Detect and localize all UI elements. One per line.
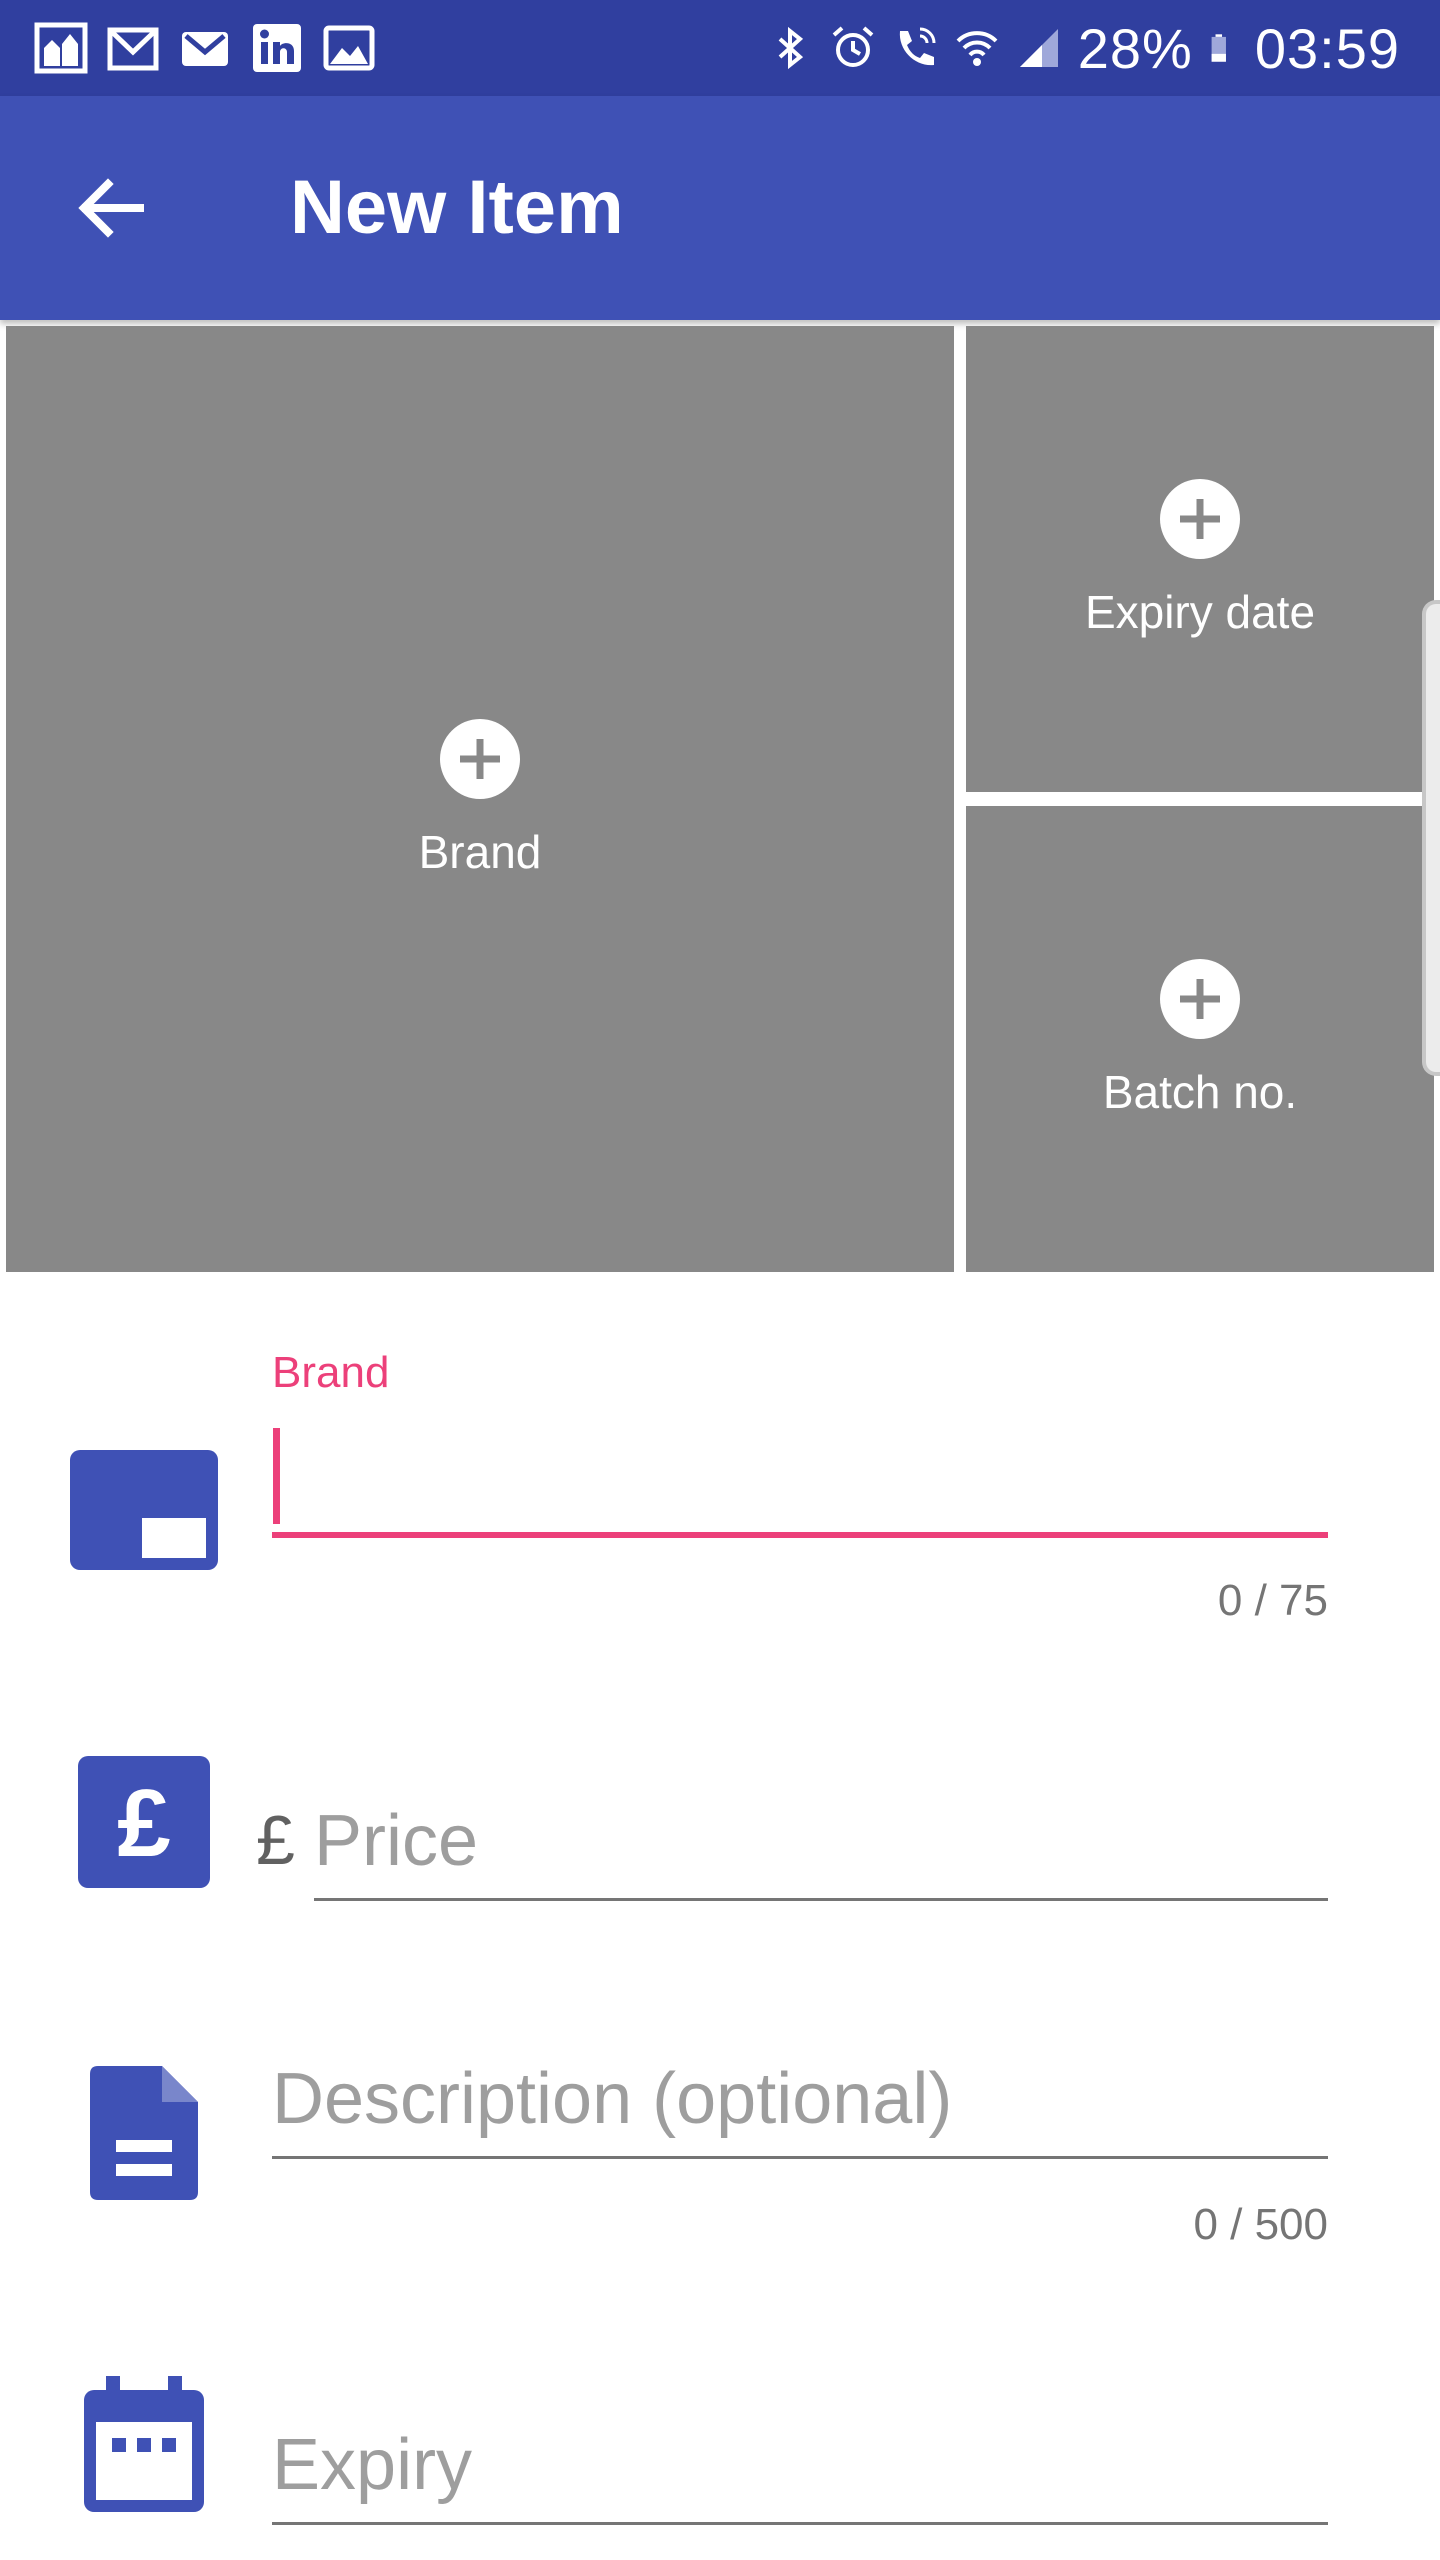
status-bar: 28% 03:59 <box>0 0 1440 96</box>
expiry-input[interactable]: Expiry <box>272 2424 472 2506</box>
description-underline <box>272 2156 1328 2159</box>
description-input[interactable]: Description (optional) <box>272 2058 952 2140</box>
add-photo-icon <box>440 719 520 799</box>
battery-icon <box>1211 34 1226 62</box>
linkedin-icon <box>253 24 301 72</box>
arrow-back-icon[interactable] <box>70 166 154 250</box>
pound-icon: £ <box>78 1756 210 1888</box>
brand-input[interactable] <box>272 1420 1328 1530</box>
expiry-date-photo-tile[interactable]: Expiry date <box>966 326 1434 792</box>
notification-icons <box>34 22 376 74</box>
price-underline <box>314 1898 1328 1901</box>
tile-label-expiry-date: Expiry date <box>1084 586 1316 638</box>
currency-symbol: £ <box>256 1801 295 1879</box>
alarm-icon <box>832 26 874 67</box>
brand-field-label: Brand <box>272 1348 390 1397</box>
calendar-icon <box>84 2376 204 2512</box>
document-icon <box>90 2066 198 2200</box>
scroll-handle[interactable] <box>1422 600 1440 1076</box>
description-char-counter: 0 / 500 <box>1193 2200 1328 2249</box>
svg-text:£: £ <box>117 1770 170 1877</box>
batch-no-photo-tile[interactable]: Batch no. <box>966 806 1434 1272</box>
gallery-icon <box>323 25 375 71</box>
prayer-app-icon <box>34 22 88 74</box>
brand-char-counter: 0 / 75 <box>1217 1576 1328 1625</box>
app-bar: New Item <box>0 96 1440 320</box>
gmail-icon <box>182 32 228 66</box>
expiry-underline <box>272 2522 1328 2525</box>
brand-underline <box>272 1532 1328 1538</box>
tile-label-brand: Brand <box>418 826 542 878</box>
clock: 03:59 <box>1254 16 1400 80</box>
label-icon <box>70 1450 218 1570</box>
brand-photo-tile[interactable]: Brand <box>6 326 954 1272</box>
gmail-icon <box>107 27 159 71</box>
battery-percentage: 28% <box>1077 16 1193 80</box>
signal-icon <box>1019 29 1058 67</box>
tile-label-batch-no: Batch no. <box>1102 1066 1298 1118</box>
wifi-call-icon <box>899 27 936 66</box>
add-photo-icon <box>1160 479 1240 559</box>
system-status: 28% 03:59 <box>768 0 1400 96</box>
page-title: New Item <box>290 165 624 250</box>
price-input[interactable]: Price <box>314 1800 478 1882</box>
bluetooth-icon <box>778 26 803 70</box>
add-photo-icon <box>1160 959 1240 1039</box>
wifi-icon <box>956 31 998 66</box>
